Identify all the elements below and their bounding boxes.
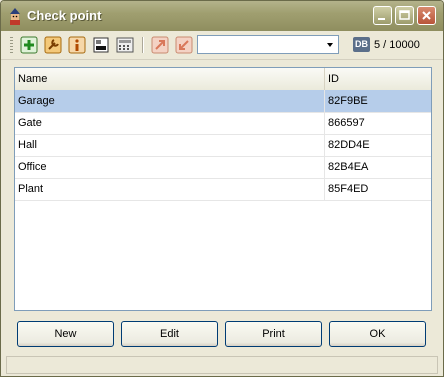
list-header: Name ID <box>15 68 431 91</box>
checkpoint-list[interactable]: Name ID Garage 82F9BE Gate 866597 Hall 8… <box>14 67 432 311</box>
status-bar <box>6 356 438 374</box>
row-name: Office <box>15 156 325 178</box>
table-row[interactable]: Office 82B4EA <box>15 156 431 179</box>
window-title: Check point <box>27 8 102 23</box>
maximize-button[interactable] <box>395 6 414 25</box>
column-header-id[interactable]: ID <box>325 68 431 90</box>
minimize-button[interactable] <box>373 6 392 25</box>
row-name: Garage <box>15 90 325 112</box>
table-row[interactable]: Hall 82DD4E <box>15 134 431 157</box>
row-id: 82B4EA <box>328 161 369 173</box>
info-icon[interactable] <box>68 36 86 54</box>
table-row[interactable]: Gate 866597 <box>15 112 431 135</box>
column-header-name[interactable]: Name <box>15 68 325 90</box>
row-id: 82DD4E <box>328 139 370 151</box>
table-row[interactable]: Garage 82F9BE <box>15 90 431 113</box>
check-point-window: Check point DB 5 / 10000 Name ID Garage … <box>0 0 444 377</box>
wrench-icon[interactable] <box>44 36 62 54</box>
close-button[interactable] <box>417 6 436 25</box>
card-reader-icon[interactable] <box>92 36 110 54</box>
edit-button[interactable]: Edit <box>121 321 218 347</box>
row-id: 866597 <box>328 117 365 129</box>
row-name: Plant <box>15 178 325 200</box>
add-icon[interactable] <box>20 36 38 54</box>
export-icon[interactable] <box>175 36 193 54</box>
chevron-down-icon[interactable] <box>324 37 336 52</box>
toolbar-grip[interactable] <box>10 37 13 53</box>
row-name: Hall <box>15 134 325 156</box>
table-row[interactable]: Plant 85F4ED <box>15 178 431 201</box>
reader-select[interactable] <box>197 35 339 54</box>
app-icon <box>7 7 23 25</box>
row-name: Gate <box>15 112 325 134</box>
toolbar-separator <box>142 37 144 53</box>
database-icon: DB <box>353 37 370 52</box>
record-count: 5 / 10000 <box>374 39 420 51</box>
print-button[interactable]: Print <box>225 321 322 347</box>
new-button[interactable]: New <box>17 321 114 347</box>
row-id: 82F9BE <box>328 95 368 107</box>
ok-button[interactable]: OK <box>329 321 426 347</box>
import-icon[interactable] <box>151 36 169 54</box>
keypad-icon[interactable] <box>116 36 134 54</box>
title-bar[interactable]: Check point <box>1 1 443 31</box>
row-id: 85F4ED <box>328 183 369 195</box>
